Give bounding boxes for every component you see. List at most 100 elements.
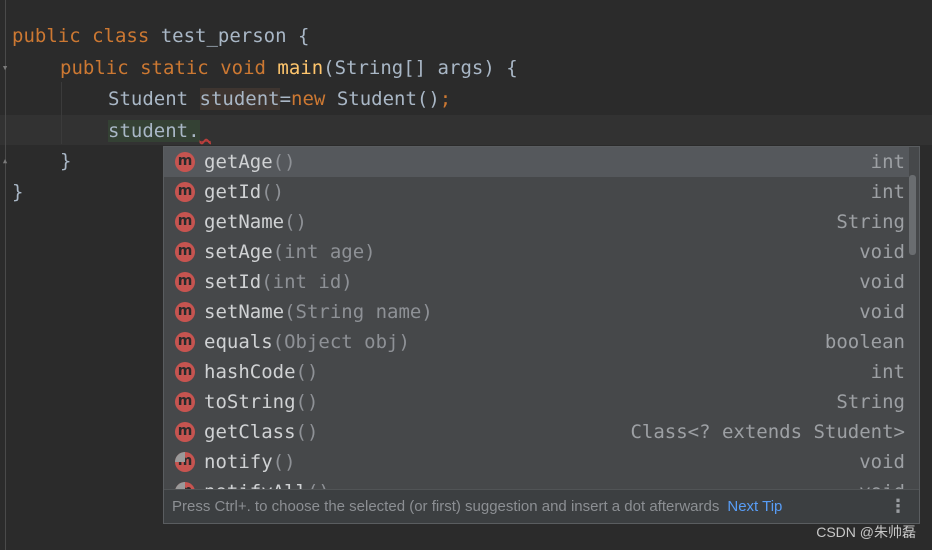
completion-item-return-type: int xyxy=(870,361,905,383)
variable-reference: student. xyxy=(108,120,200,142)
closing-brace: } xyxy=(60,150,72,172)
method-icon: m xyxy=(175,212,195,232)
method-icon: m xyxy=(175,422,195,442)
completion-item-signature: getId() xyxy=(204,177,284,207)
method-icon: m xyxy=(175,392,195,412)
completion-item-name: setAge xyxy=(204,241,273,263)
completion-item-return-type: int xyxy=(870,151,905,173)
code-line-3[interactable]: Student student=new Student(); xyxy=(108,84,451,114)
completion-item-return-type: void xyxy=(859,451,905,473)
code-text: Student() xyxy=(325,88,440,110)
completion-scrollbar[interactable] xyxy=(909,175,916,255)
completion-item-name: setName xyxy=(204,301,285,323)
completion-item-name: setId xyxy=(204,271,262,293)
method-icon: m xyxy=(175,182,195,202)
completion-item-signature: getAge() xyxy=(204,147,296,177)
completion-item-params: (int id) xyxy=(261,271,353,293)
completion-footer: Press Ctrl+. to choose the selected (or … xyxy=(164,489,919,523)
code-text: test_person { xyxy=(149,25,310,47)
code-line-6[interactable]: } xyxy=(12,177,23,207)
completion-item[interactable]: m hashCode() int xyxy=(164,357,909,387)
completion-item-params: () xyxy=(272,151,296,173)
completion-item-signature: setId(int id) xyxy=(204,267,353,297)
variable-name: student xyxy=(199,88,280,110)
method-name: main xyxy=(277,57,324,79)
completion-popup[interactable]: m getAge() int m getId() int m getName() String m… xyxy=(163,146,920,524)
completion-tip: Press Ctrl+. to choose the selected (or … xyxy=(172,498,720,515)
operator: = xyxy=(279,88,292,110)
completion-item[interactable]: m equals(Object obj) boolean xyxy=(164,327,909,357)
code-line-1[interactable]: public class test_person { xyxy=(12,21,309,51)
method-icon: m xyxy=(175,242,195,262)
next-tip-link[interactable]: Next Tip xyxy=(727,498,782,515)
method-icon: m xyxy=(175,482,195,489)
completion-item[interactable]: m setAge(int age) void xyxy=(164,237,909,267)
completion-item-name: hashCode xyxy=(204,361,296,383)
keyword: static xyxy=(140,57,209,79)
code-line-4[interactable]: student._ xyxy=(108,116,211,146)
method-icon: m xyxy=(175,152,195,172)
completion-item[interactable]: m setId(int id) void xyxy=(164,267,909,297)
fold-marker-icon[interactable]: ▾ xyxy=(0,62,10,74)
completion-item-signature: notifyAll() xyxy=(204,477,330,489)
completion-item-name: notifyAll xyxy=(204,481,307,489)
completion-item-return-type: void xyxy=(859,477,905,489)
completion-item-name: getAge xyxy=(204,151,273,173)
completion-item-params: () xyxy=(295,391,319,413)
completion-item-name: equals xyxy=(204,331,273,353)
completion-item[interactable]: m getName() String xyxy=(164,207,909,237)
completion-list[interactable]: m getAge() int m getId() int m getName() String m… xyxy=(164,147,909,489)
indent-guide xyxy=(61,82,62,144)
method-icon: m xyxy=(175,332,195,352)
completion-item-name: getName xyxy=(204,211,285,233)
completion-item[interactable]: m toString() String xyxy=(164,387,909,417)
closing-brace: } xyxy=(12,181,24,203)
completion-item-return-type: void xyxy=(859,301,905,323)
completion-item-signature: toString() xyxy=(204,387,318,417)
completion-item-return-type: boolean xyxy=(824,331,905,353)
method-icon: m xyxy=(175,272,195,292)
completion-item-params: (String name) xyxy=(284,301,433,323)
completion-item[interactable]: m getAge() int xyxy=(164,147,909,177)
method-icon: m xyxy=(175,452,195,472)
completion-item-signature: hashCode() xyxy=(204,357,318,387)
completion-item[interactable]: m setName(String name) void xyxy=(164,297,909,327)
keyword: new xyxy=(291,88,326,110)
keyword: public xyxy=(60,57,129,79)
fold-marker-icon[interactable]: ▴ xyxy=(0,155,10,167)
error-marker: _ xyxy=(199,120,211,142)
completion-item-params: (int age) xyxy=(272,241,376,263)
watermark: CSDN @朱帅磊 xyxy=(816,524,916,540)
completion-item-name: getId xyxy=(204,181,262,203)
completion-item[interactable]: m notify() void xyxy=(164,447,909,477)
code-line-5[interactable]: } xyxy=(60,146,71,176)
completion-item-params: () xyxy=(261,181,285,203)
code-line-2[interactable]: public static void main(String[] args) { xyxy=(60,53,518,83)
code-text: (String[] args) { xyxy=(323,57,518,79)
keyword: class xyxy=(92,25,150,47)
keyword: public xyxy=(12,25,81,47)
completion-item-return-type: void xyxy=(859,241,905,263)
completion-item-signature: notify() xyxy=(204,447,296,477)
completion-item-name: toString xyxy=(204,391,296,413)
completion-item[interactable]: m getId() int xyxy=(164,177,909,207)
type-name: Student xyxy=(108,88,200,110)
completion-item-name: getClass xyxy=(204,421,296,443)
completion-item-signature: equals(Object obj) xyxy=(204,327,410,357)
completion-item-signature: getName() xyxy=(204,207,307,237)
completion-item-return-type: String xyxy=(836,391,905,413)
completion-item-params: (Object obj) xyxy=(272,331,410,353)
completion-item-signature: getClass() xyxy=(204,417,318,447)
more-options-icon[interactable]: ⋮ xyxy=(889,490,907,523)
completion-item-params: () xyxy=(307,481,330,489)
method-icon: m xyxy=(175,362,195,382)
completion-item[interactable]: m getClass() Class<? extends Student> xyxy=(164,417,909,447)
completion-item-params: () xyxy=(284,211,307,233)
completion-item-params: () xyxy=(295,361,319,383)
completion-item-return-type: Class<? extends Student> xyxy=(630,421,905,443)
keyword: void xyxy=(220,57,266,79)
completion-item-signature: setName(String name) xyxy=(204,297,433,327)
completion-item[interactable]: m notifyAll() void xyxy=(164,477,909,489)
completion-item-return-type: String xyxy=(836,211,905,233)
completion-item-name: notify xyxy=(204,451,273,473)
